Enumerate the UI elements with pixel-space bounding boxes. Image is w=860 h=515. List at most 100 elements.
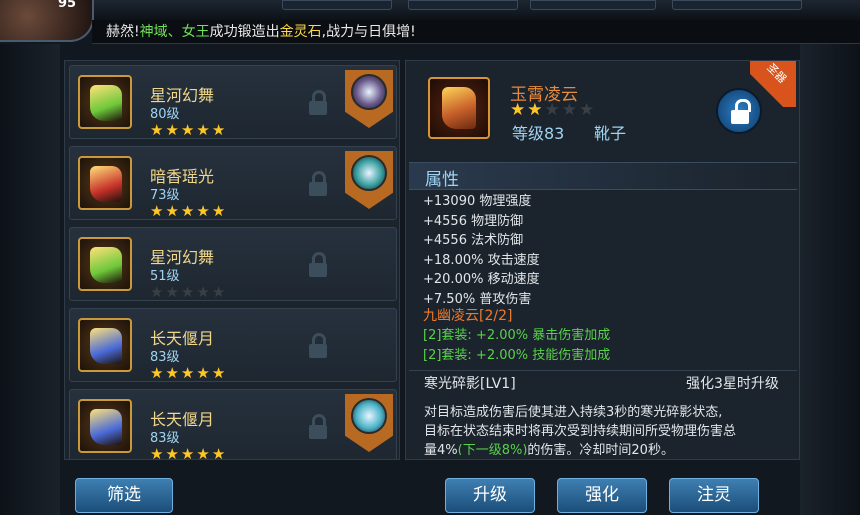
- resource-slot: [282, 0, 392, 10]
- star-icon: ★: [196, 283, 212, 301]
- stat-line: +4556 物理防御: [423, 213, 524, 229]
- equipment-icon: [78, 156, 132, 210]
- star-rating: ★★★★★: [150, 203, 227, 219]
- star-rating: ★★★★★: [150, 122, 227, 138]
- star-icon: ★: [180, 364, 197, 382]
- detail-star-rating: ★★★★★: [510, 100, 596, 120]
- star-rating: ★★★★★: [150, 445, 228, 460]
- star-icon: ★: [211, 364, 228, 382]
- equipment-level: 80级: [150, 107, 180, 122]
- skill-desc-text: 量4%: [424, 443, 458, 455]
- lock-icon[interactable]: [308, 252, 328, 278]
- star-icon: ★: [150, 445, 166, 460]
- ribbon-label: 圣器: [764, 60, 790, 86]
- boot-icon: [90, 409, 122, 445]
- ticker-prefix: 赫然!: [106, 24, 140, 40]
- star-rating: ★★★★★: [150, 284, 227, 300]
- star-rating: ★★★★★: [150, 365, 227, 381]
- equipment-list-panel[interactable]: 星河幻舞 80级 ★★★★★ 暗香瑶光 73级 ★★★★★ 星河幻舞 51级 ★★★★★ 长天偃月…: [64, 60, 400, 460]
- skill-desc-next: (下一级8%): [457, 443, 528, 455]
- boot-icon: [90, 166, 122, 202]
- infuse-button[interactable]: 注灵: [669, 478, 759, 513]
- equipment-list-item[interactable]: 星河幻舞 51级 ★★★★★: [69, 227, 397, 301]
- resource-slot: [408, 0, 518, 10]
- star-icon: ★: [211, 202, 228, 220]
- skill-name: 寒光碎影[LV1]: [424, 376, 516, 392]
- equipment-list-item[interactable]: 暗香瑶光 73级 ★★★★★: [69, 146, 397, 220]
- ticker-name: 神域: [139, 24, 168, 40]
- top-resource-bar: [0, 0, 860, 20]
- star-icon: ★: [180, 283, 197, 301]
- lock-icon[interactable]: [308, 333, 328, 359]
- ticker-name: 女王: [181, 24, 210, 40]
- ticker-item: 金灵石: [279, 24, 322, 40]
- ticker-separator: 、: [167, 24, 182, 40]
- resource-slot: [530, 0, 656, 10]
- right-frame: [800, 44, 860, 515]
- attributes-title: 属性: [425, 170, 459, 190]
- equipped-hero-badge: [345, 70, 393, 128]
- star-icon: ★: [211, 445, 228, 460]
- broadcast-ticker: 赫然!神域、女王成功锻造出金灵石,战力与日俱增!: [92, 20, 860, 44]
- upgrade-button[interactable]: 升级: [445, 478, 535, 513]
- star-icon: ★: [150, 202, 166, 220]
- ticker-text: 成功锻造出: [209, 24, 280, 40]
- star-icon: ★: [165, 202, 181, 220]
- boot-icon: [90, 85, 122, 121]
- equipped-hero-badge: [345, 151, 393, 209]
- star-icon: ★: [211, 283, 228, 301]
- lock-icon[interactable]: [308, 414, 328, 440]
- star-icon: ★: [544, 100, 562, 120]
- hero-portrait-icon: [351, 74, 387, 110]
- equipment-level: 51级: [150, 269, 180, 284]
- ticker-text: ,战力与日俱增!: [321, 24, 416, 40]
- star-icon: ★: [196, 364, 212, 382]
- star-icon: ★: [561, 100, 579, 120]
- stat-line: +4556 法术防御: [423, 233, 524, 248]
- lock-icon[interactable]: [308, 90, 328, 116]
- set-bonus-line: [2]套装: +2.00% 暴击伤害加成: [423, 328, 611, 343]
- attributes-header: 属性: [409, 162, 797, 190]
- player-level: 95: [58, 0, 77, 11]
- star-icon: ★: [150, 283, 166, 301]
- equipment-list-item[interactable]: 星河幻舞 80级 ★★★★★: [69, 65, 397, 139]
- boot-icon: [442, 87, 476, 129]
- star-icon: ★: [165, 364, 181, 382]
- skill-upgrade-note: 强化3星时升级: [686, 376, 779, 392]
- skill-desc-text: 的伤害。冷却时间20秒。: [527, 443, 674, 455]
- star-icon: ★: [196, 445, 212, 460]
- set-bonus-line: [2]套装: +2.00% 技能伤害加成: [423, 348, 611, 363]
- skill-desc-line: 量4%(下一级8%)的伤害。冷却时间20秒。: [424, 441, 790, 455]
- filter-button[interactable]: 筛选: [75, 478, 173, 513]
- equipment-list-item[interactable]: 长天偃月 83级 ★★★★★: [69, 389, 397, 460]
- enhance-button[interactable]: 强化: [557, 478, 647, 513]
- boot-icon: [90, 328, 122, 364]
- lock-icon[interactable]: [308, 171, 328, 197]
- skill-desc-line: 目标在状态结束时将再次受到持续期间所受物理伤害总: [424, 424, 737, 439]
- equipment-level: 73级: [150, 188, 180, 203]
- unlock-button[interactable]: [716, 88, 762, 134]
- set-name: 九幽凌云[2/2]: [423, 308, 513, 324]
- star-icon: ★: [579, 100, 597, 120]
- stat-line: +20.00% 移动速度: [423, 272, 540, 287]
- hero-portrait-icon: [351, 398, 387, 434]
- detail-item-icon: [428, 77, 490, 139]
- star-icon: ★: [180, 445, 197, 460]
- skill-desc-line: 对目标造成伤害后使其进入持续3秒的寒光碎影状态,: [424, 405, 723, 420]
- star-icon: ★: [527, 100, 545, 120]
- left-frame: [0, 44, 60, 515]
- star-icon: ★: [211, 121, 228, 139]
- player-avatar[interactable]: 95: [0, 0, 94, 42]
- equipment-list-item[interactable]: 长天偃月 83级 ★★★★★: [69, 308, 397, 382]
- star-icon: ★: [196, 121, 212, 139]
- star-icon: ★: [150, 121, 166, 139]
- star-icon: ★: [180, 121, 197, 139]
- star-icon: ★: [510, 100, 528, 120]
- stat-list: +13090 物理强度 +4556 物理防御 +4556 法术防御 +18.00% 攻…: [423, 192, 540, 309]
- equipment-icon: [78, 237, 132, 291]
- skill-description: 对目标造成伤害后使其进入持续3秒的寒光碎影状态, 目标在状态结束时将再次受到持续…: [424, 403, 790, 455]
- detail-item-type: 靴子: [594, 124, 627, 143]
- equipment-icon: [78, 399, 132, 453]
- star-icon: ★: [196, 202, 212, 220]
- equipment-level: 83级: [150, 350, 180, 365]
